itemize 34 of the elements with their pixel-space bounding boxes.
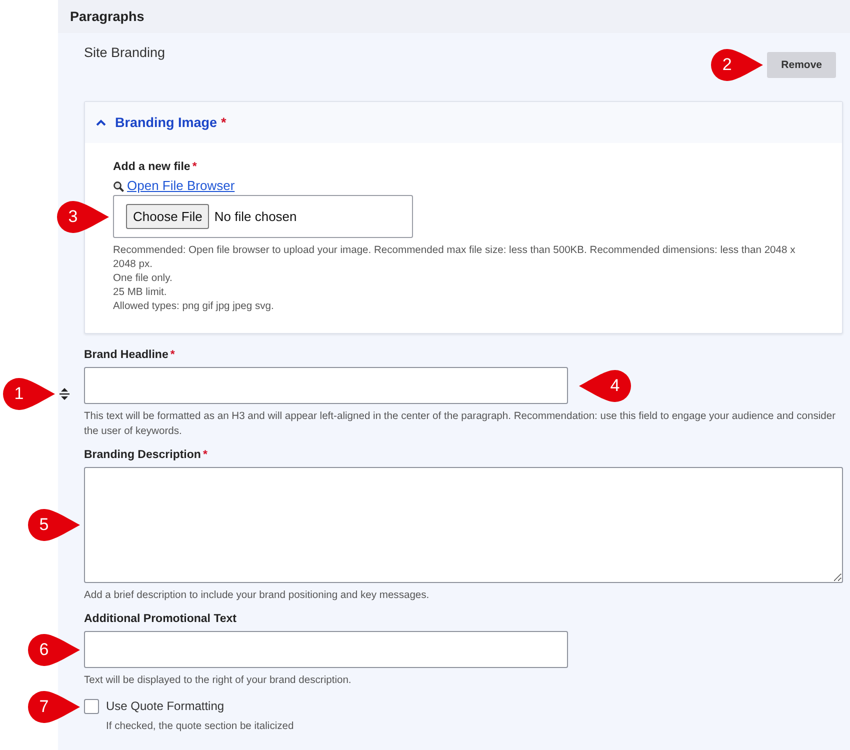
collapsible-header[interactable]: Branding Image * [85,102,842,143]
help-text: Add a brief description to include your brand positioning and key messages. [84,589,430,603]
checkbox[interactable] [84,699,99,714]
field-label: Add a new file * [113,160,198,174]
callout-marker: 5 [27,508,81,542]
callout-marker: 2 [710,48,764,82]
callout-marker: 7 [27,690,81,724]
paragraph-title: Site Branding [84,45,166,61]
field-label: Additional Promotional Text [84,612,238,626]
text-input[interactable] [84,367,568,404]
help-text: One file only. [113,272,174,286]
field-label: Branding Description * [84,448,208,462]
choose-file-button[interactable]: Choose File [126,204,210,229]
drag-handle-icon[interactable] [59,388,70,400]
callout-marker: 3 [56,200,110,234]
checkbox-label[interactable]: Use Quote Formatting [106,699,224,714]
help-text: This text will be formatted as an H3 and will appear left-aligned in the center of the paragraph. Recommendation: use this field to engage your audience and consider the user of keywords. [84,410,837,439]
callout-marker: 1 [2,377,56,411]
help-text: Text will be displayed to the right of your brand description. [84,674,352,688]
help-text: Recommended: Open file browser to upload your image. Recommended max file size: less than 500KB. Recommended dimensions: less than 2048 x 2048 px. [113,244,796,272]
help-text: If checked, the quote section be italicized [106,720,295,734]
remove-button[interactable]: Remove [767,52,836,78]
help-text: 25 MB limit. [113,286,168,300]
section-title: Paragraphs [70,9,144,24]
file-upload-field[interactable]: Choose File No file chosen [113,195,413,238]
search-icon [113,180,124,192]
callout-marker: 6 [27,632,81,666]
field-label: Brand Headline * [84,348,176,362]
callout-marker: 4 [578,368,632,402]
textarea-field[interactable] [84,467,843,583]
file-browser-link[interactable]: Open File Browser [127,179,235,193]
file-status-text: No file chosen [214,209,297,224]
text-input[interactable] [84,631,568,668]
help-text: Allowed types: png gif jpg jpeg svg. [113,300,275,314]
